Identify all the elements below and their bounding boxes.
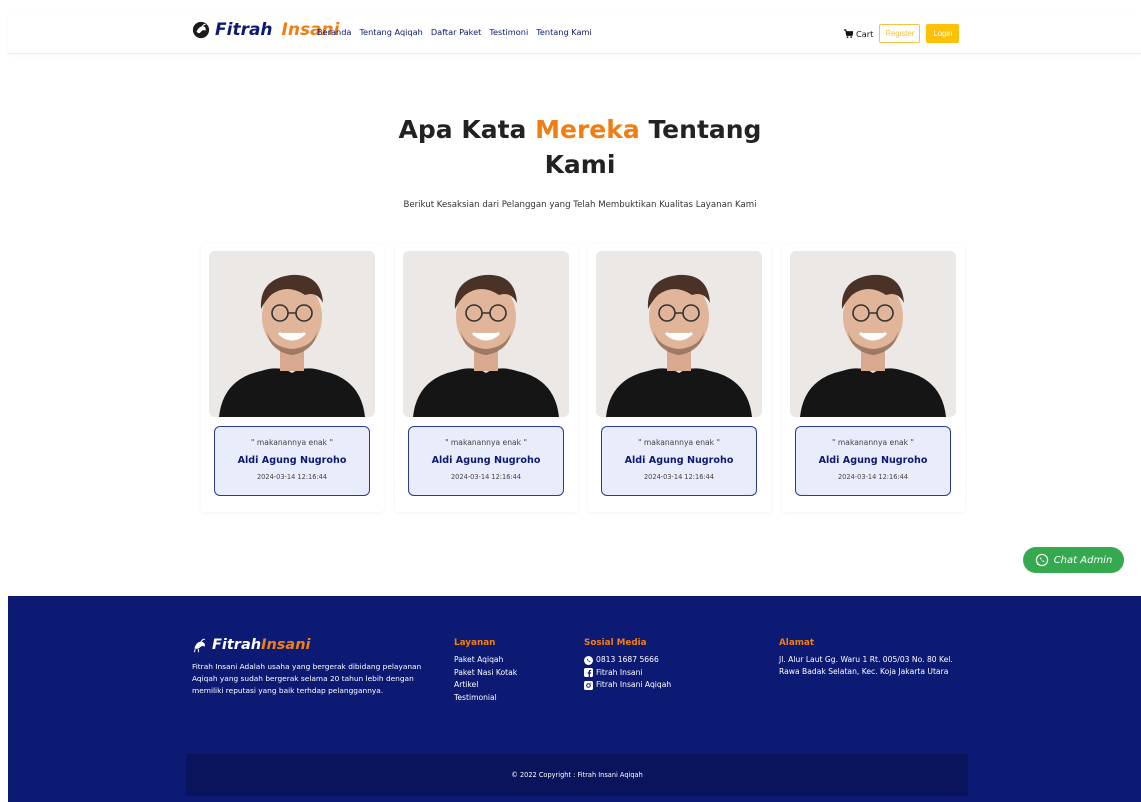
footer-sosial-heading: Sosial Media [584,638,647,648]
whatsapp-icon [1035,553,1048,567]
testimonial-card: " makanannya enak " Aldi Agung Nugroho 2… [782,244,965,512]
footer-brand-part1: Fitrah [212,637,262,653]
footer-alamat-heading: Alamat [779,638,815,648]
title-part1: Apa Kata [398,115,536,144]
testimonial-card: " makanannya enak " Aldi Agung Nugroho 2… [588,244,771,512]
title-accent: Mereka [535,115,640,144]
cart-label: Cart [856,28,874,39]
nav-link-tentang-kami[interactable]: Tentang Kami [536,27,592,37]
chat-admin-label: Chat Admin [1053,554,1113,566]
testimonial-quote: " makanannya enak " [445,438,527,447]
testimonial-quote: " makanannya enak " [251,438,333,447]
nav-link-beranda[interactable]: Beranda [317,27,351,37]
footer-facebook-label: Fitrah Insani [596,667,643,677]
testimonial-box: " makanannya enak " Aldi Agung Nugroho 2… [795,426,951,496]
testimonial-date: 2024-03-14 12:16:44 [256,473,328,481]
goat-logo-icon [193,638,205,653]
footer-link-testimonial[interactable]: Testimonial [454,692,517,705]
testimonial-name: Aldi Agung Nugroho [237,455,347,466]
page-title: Apa Kata Mereka Tentang Kami [380,112,780,182]
footer-layanan: Layanan Paket Aqiqah Paket Nasi Kotak Ar… [454,638,517,704]
testimonial-quote: " makanannya enak " [832,438,914,447]
navbar: Fitrah Insani Beranda Tentang Aqiqah Daft… [8,14,1141,54]
testimonial-card: " makanannya enak " Aldi Agung Nugroho 2… [395,244,578,512]
nav-links: Beranda Tentang Aqiqah Daftar Paket Test… [317,27,592,37]
nav-link-daftar-paket[interactable]: Daftar Paket [431,27,482,37]
testimonial-photo [403,251,569,417]
cart-link[interactable]: Cart [844,29,873,39]
facebook-icon [584,668,593,678]
footer-instagram-link[interactable]: Fitrah Insani Aqiqah [584,679,671,692]
testimonial-cards: " makanannya enak " Aldi Agung Nugroho 2… [201,244,971,514]
testimonial-photo [596,251,762,417]
testimonial-box: " makanannya enak " Aldi Agung Nugroho 2… [214,426,370,496]
footer-layanan-heading: Layanan [454,638,496,648]
testimonial-date: 2024-03-14 12:16:44 [643,473,715,481]
instagram-icon [584,680,593,690]
testimonial-photo [209,251,375,417]
testimonial-card: " makanannya enak " Aldi Agung Nugroho 2… [201,244,384,512]
brand-name-part1: Fitrah [215,20,273,40]
chat-admin-button[interactable]: Chat Admin [1023,547,1124,573]
copyright-text: 2022 Copyright : Fitrah Insani Aqiqah [519,771,643,779]
footer-sosial-media: Sosial Media 0813 1687 5666 Fitrah Insan… [584,638,671,692]
testimonial-name: Aldi Agung Nugroho [431,455,541,466]
testimonial-photo [790,251,956,417]
nav-link-tentang-aqiqah[interactable]: Tentang Aqiqah [359,27,422,37]
person-portrait-icon [209,251,375,417]
footer-whatsapp-link[interactable]: 0813 1687 5666 [584,654,671,667]
register-button[interactable]: Register [879,24,921,43]
testimonial-box: " makanannya enak " Aldi Agung Nugroho 2… [601,426,757,496]
footer-brand-part2: Insani [261,637,311,653]
footer-instagram-label: Fitrah Insani Aqiqah [596,680,672,689]
nav-link-testimoni[interactable]: Testimoni [489,27,528,37]
testimonial-box: " makanannya enak " Aldi Agung Nugroho 2… [408,426,564,496]
testimonial-name: Aldi Agung Nugroho [624,455,734,466]
copyright-bar: © 2022 Copyright : Fitrah Insani Aqiqah [186,754,968,796]
footer: Fitrah Insani Fitrah Insani Adalah usaha… [8,596,1141,802]
copyright-icon: © [511,771,518,779]
footer-link-artikel[interactable]: Artikel [454,679,517,692]
footer-address: Jl. Alur Laut Gg. Waru 1 Rt. 005/03 No. … [779,655,953,676]
person-portrait-icon [790,251,956,417]
whatsapp-icon [584,655,593,665]
cart-icon [844,29,853,38]
footer-brand: Fitrah Insani [192,637,311,653]
footer-description: Fitrah Insani Adalah usaha yang bergerak… [192,662,422,695]
footer-link-paket-nasi-kotak[interactable]: Paket Nasi Kotak [454,667,517,680]
footer-whatsapp-label: 0813 1687 5666 [596,655,659,664]
login-button[interactable]: Login [926,24,960,43]
person-portrait-icon [403,251,569,417]
goat-logo-icon [192,21,210,39]
testimonial-date: 2024-03-14 12:16:44 [450,473,522,481]
footer-link-paket-aqiqah[interactable]: Paket Aqiqah [454,654,517,667]
testimonial-date: 2024-03-14 12:16:44 [837,473,909,481]
page-subtitle: Berikut Kesaksian dari Pelanggan yang Te… [403,200,757,210]
person-portrait-icon [596,251,762,417]
testimonial-quote: " makanannya enak " [638,438,720,447]
footer-facebook-link[interactable]: Fitrah Insani [584,667,671,680]
testimonial-name: Aldi Agung Nugroho [818,455,928,466]
nav-actions: Cart Register Login [844,24,960,43]
footer-alamat: Alamat Jl. Alur Laut Gg. Waru 1 Rt. 005/… [779,638,969,678]
